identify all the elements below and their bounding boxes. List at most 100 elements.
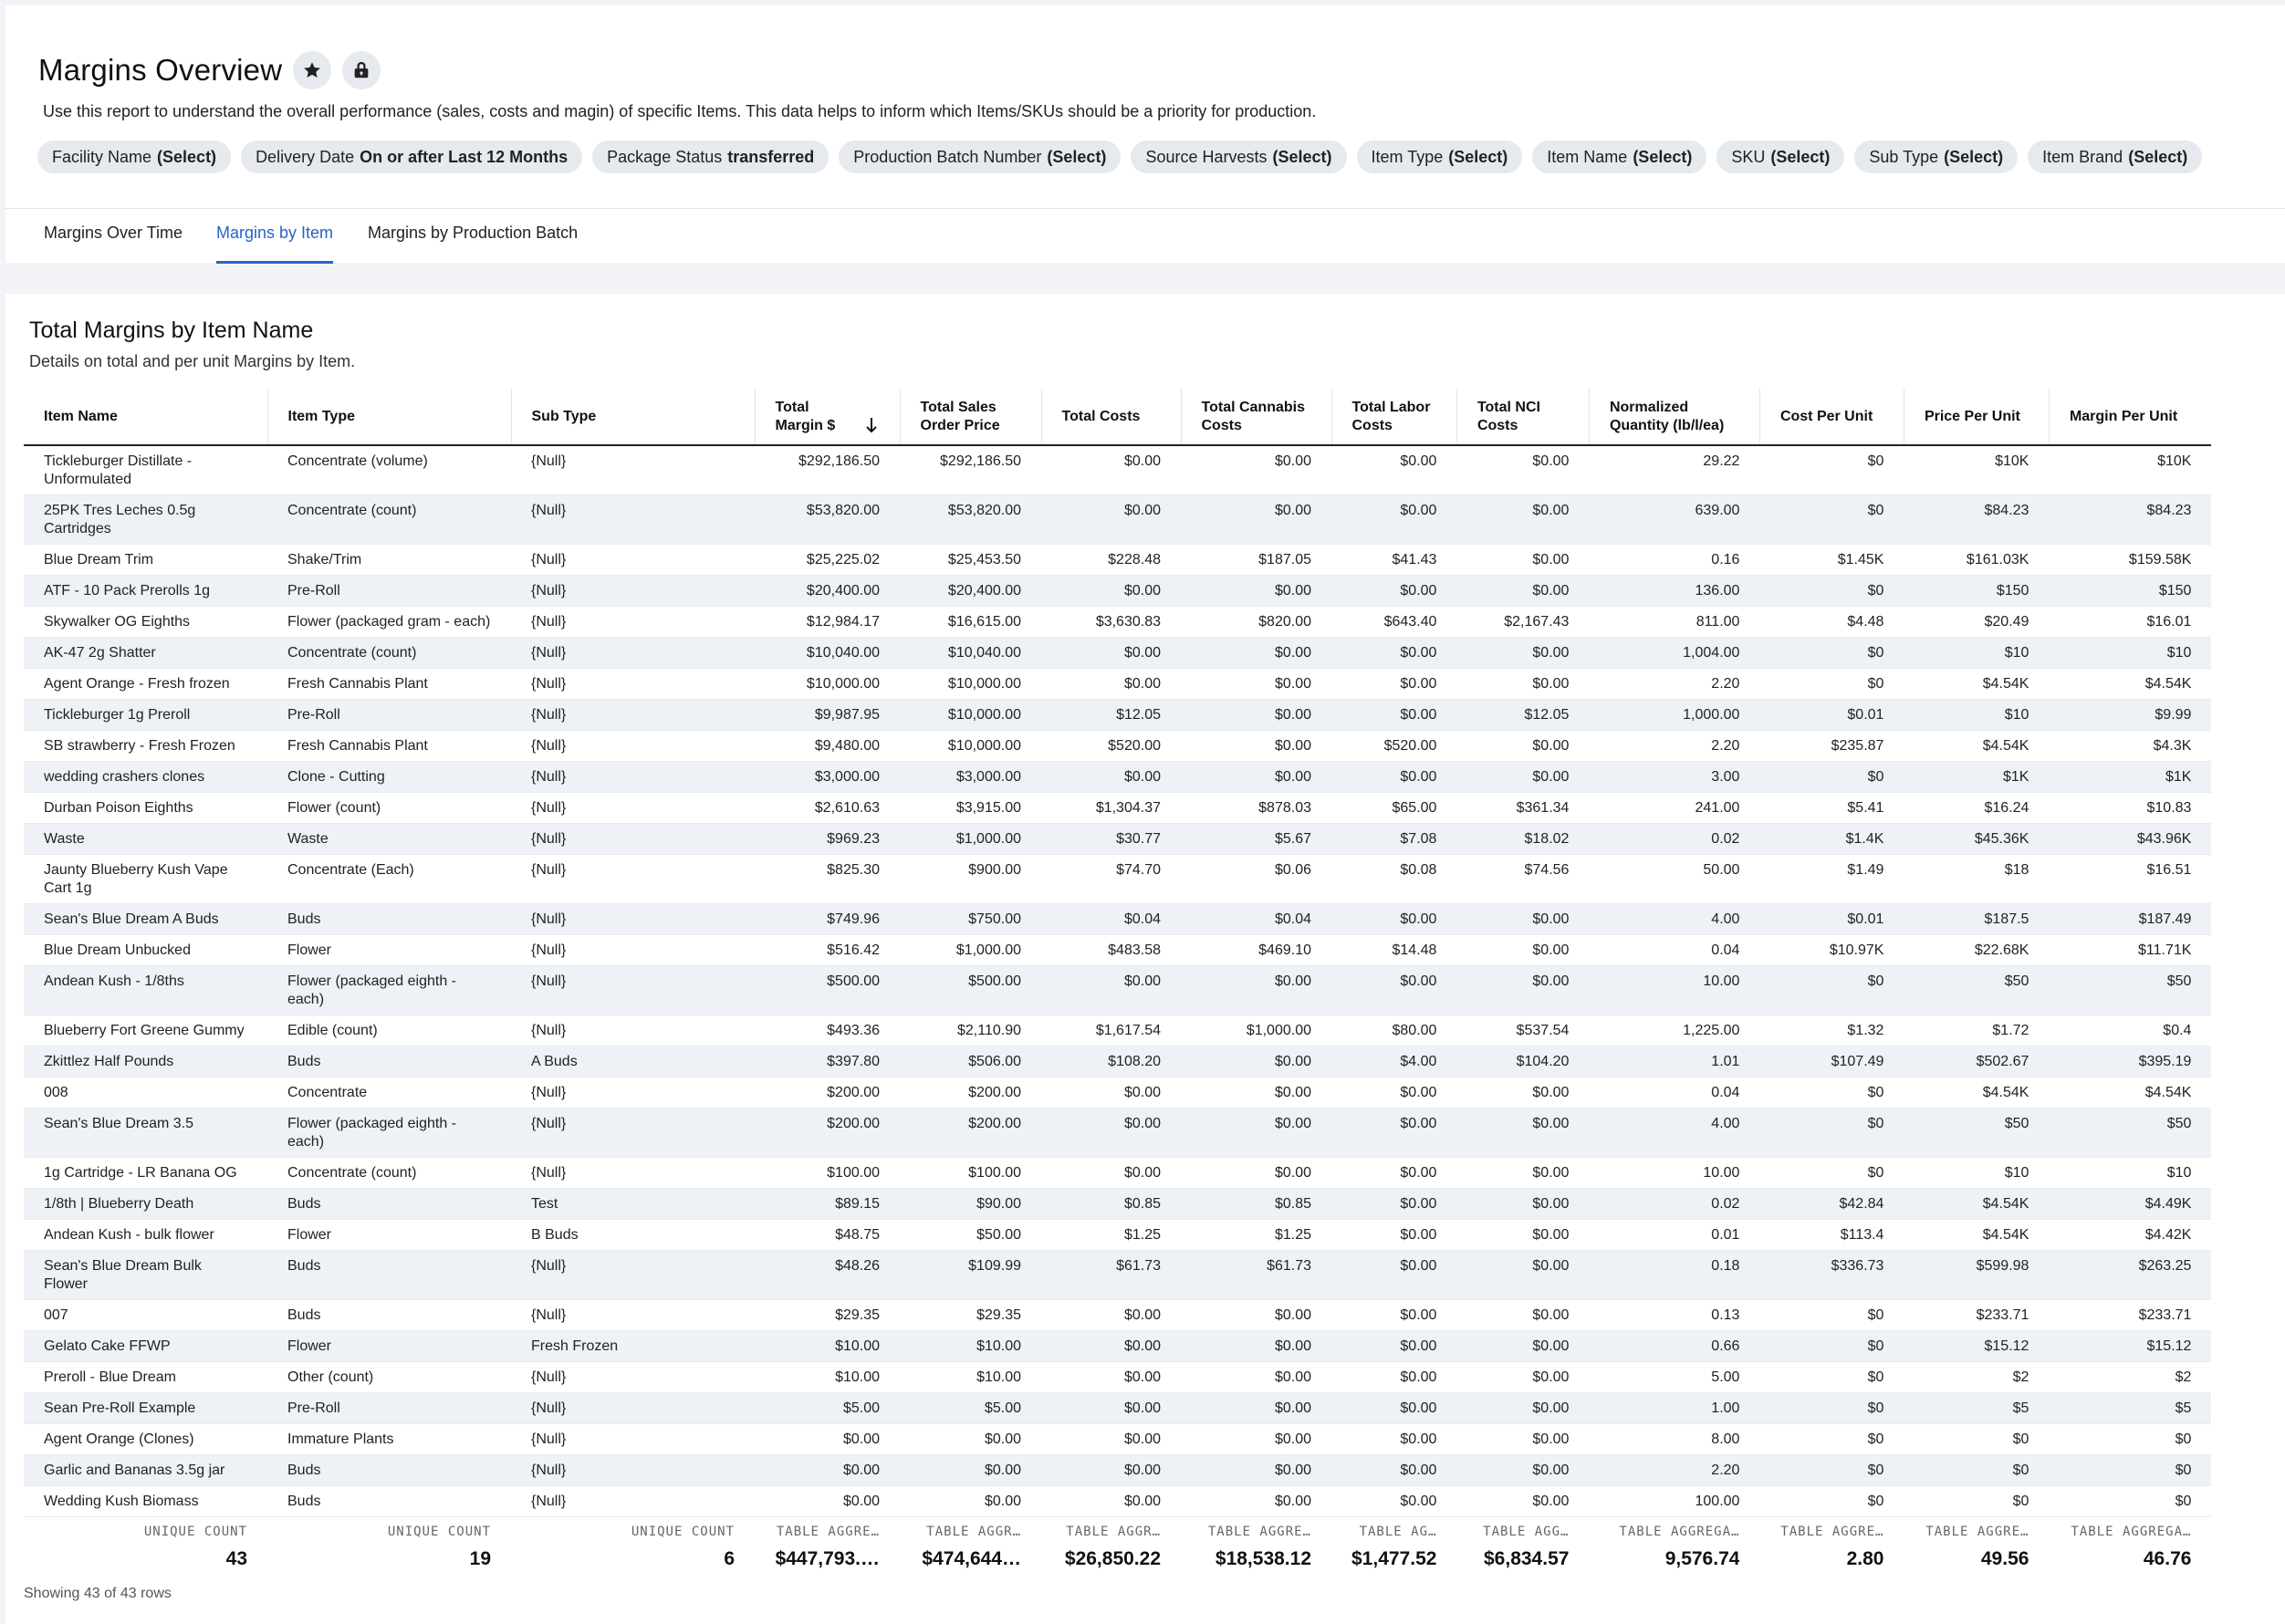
table-cell: $4.54K (1904, 1077, 2050, 1109)
table-cell: Blueberry Fort Greene Gummy (24, 1015, 267, 1046)
table-row[interactable]: Blue Dream Trim Shake/Trim {Null} $25,225.0… (24, 544, 2212, 576)
lock-button[interactable] (342, 51, 381, 89)
filter-chip[interactable]: Source Harvests (Select) (1131, 141, 1347, 173)
table-row[interactable]: 008 Concentrate {Null} $200.00 $200.00 $0.00 $… (24, 1077, 2212, 1109)
table-cell: $0.00 (1041, 668, 1181, 700)
table-cell: B Buds (511, 1219, 755, 1251)
table-row[interactable]: Sean Pre-Roll Example Pre-Roll {Null} $5.00… (24, 1392, 2212, 1424)
column-header[interactable]: Total Sales Order Price (900, 389, 1042, 446)
column-header[interactable]: Total Costs (1041, 389, 1182, 446)
filter-chip[interactable]: Facility Name (Select) (37, 141, 232, 173)
table-cell: 0.16 (1589, 544, 1760, 576)
table-row[interactable]: Sean's Blue Dream 3.5 Flower (packaged ei… (24, 1108, 2212, 1158)
table-row[interactable]: 1g Cartridge - LR Banana OG Concentrate (… (24, 1157, 2212, 1189)
table-cell: $20.49 (1904, 606, 2050, 638)
column-header[interactable]: Cost Per Unit (1759, 389, 1904, 446)
column-header[interactable]: Normalized Quantity (lb/l/ea) (1589, 389, 1760, 446)
tab-margins-over-time[interactable]: Margins Over Time (44, 224, 183, 264)
table-cell: $3,630.83 (1041, 606, 1181, 638)
table-cell: $30.77 (1041, 823, 1181, 855)
aggregate-value: $18,538.12 (1215, 1548, 1311, 1569)
table-row[interactable]: 25PK Tres Leches 0.5g Cartridges Concentr… (24, 494, 2212, 545)
column-header[interactable]: Total Labor Costs (1331, 389, 1457, 446)
table-row[interactable]: Skywalker OG Eighths Flower (packaged gra… (24, 606, 2212, 638)
tab-margins-by-production-batch[interactable]: Margins by Production Batch (368, 224, 578, 264)
favorite-button[interactable] (293, 51, 332, 89)
table-row[interactable]: Sean's Blue Dream Bulk Flower Buds {Null} $… (24, 1250, 2212, 1300)
table-row[interactable]: Waste Waste {Null} $969.23 $1,000.00 $30.77 $5… (24, 823, 2212, 855)
table-row[interactable]: SB strawberry - Fresh Frozen Fresh Cannab… (24, 730, 2212, 762)
table-row[interactable]: ATF - 10 Pack Prerolls 1g Pre-Roll {Null} $… (24, 575, 2212, 607)
table-row[interactable]: Tickleburger Distillate - Unformulated Co… (24, 445, 2212, 495)
table-cell: $1.49 (1759, 854, 1904, 904)
table-row[interactable]: Durban Poison Eighths Flower (count) {Null… (24, 792, 2212, 824)
table-row[interactable]: Agent Orange (Clones) Immature Plants {Nul… (24, 1423, 2212, 1455)
column-header[interactable]: Margin Per Unit (2049, 389, 2212, 446)
table-cell: 10.00 (1589, 1157, 1760, 1189)
column-header[interactable]: Total Cannabis Costs (1181, 389, 1332, 446)
aggregate-label: TABLE AGG… (1483, 1525, 1570, 1539)
table-cell: $0.00 (1041, 1077, 1181, 1109)
column-header[interactable]: Total Margin $ (755, 389, 901, 446)
aggregate-cell: TABLE AGG… $6,834.57 (1456, 1516, 1590, 1588)
table-cell: $1K (1904, 761, 2050, 793)
filter-value: (Select) (1448, 147, 1508, 166)
table-cell: 0.66 (1589, 1330, 1760, 1362)
column-header[interactable]: Price Per Unit (1904, 389, 2050, 446)
filter-chip[interactable]: Item Name (Select) (1532, 141, 1707, 173)
aggregate-cell: UNIQUE COUNT 43 (24, 1516, 267, 1588)
table-row[interactable]: Preroll - Blue Dream Other (count) {Null} $… (24, 1361, 2212, 1393)
table-row[interactable]: Agent Orange - Fresh frozen Fresh Cannabi… (24, 668, 2212, 700)
table-cell: $1.25 (1181, 1219, 1331, 1251)
table-row[interactable]: Zkittlez Half Pounds Buds A Buds $397.80 $50… (24, 1046, 2212, 1077)
column-header-label: Total Costs (1061, 408, 1141, 424)
column-header[interactable]: Item Type (267, 389, 512, 446)
filter-chip[interactable]: Sub Type (Select) (1854, 141, 2019, 173)
table-row[interactable]: 007 Buds {Null} $29.35 $29.35 $0.00 $0.00 $0.00… (24, 1299, 2212, 1331)
sort-descending-icon[interactable] (865, 417, 878, 433)
table-row[interactable]: 1/8th | Blueberry Death Buds Test $89.15 $90… (24, 1188, 2212, 1220)
filter-chip[interactable]: SKU (Select) (1716, 141, 1845, 173)
table-cell: Pre-Roll (267, 699, 511, 731)
aggregate-cell: TABLE AGGRE… 2.80 (1759, 1516, 1904, 1588)
table-cell: $10 (2049, 1157, 2212, 1189)
table-cell: $42.84 (1759, 1188, 1904, 1220)
table-row[interactable]: AK-47 2g Shatter Concentrate (count) {Null… (24, 637, 2212, 669)
filter-chip[interactable]: Package Status transferred (592, 141, 829, 173)
table-cell: $48.75 (755, 1219, 900, 1251)
table-row[interactable]: Gelato Cake FFWP Flower Fresh Frozen $10.00… (24, 1330, 2212, 1362)
table-cell: $14.48 (1331, 934, 1457, 966)
table-cell: Buds (267, 903, 511, 935)
table-cell: $520.00 (1041, 730, 1181, 762)
table-row[interactable]: Sean's Blue Dream A Buds Buds {Null} $749.9… (24, 903, 2212, 935)
tab-margins-by-item[interactable]: Margins by Item (216, 224, 334, 264)
table-cell: Flower (267, 1219, 511, 1251)
table-row[interactable]: Blueberry Fort Greene Gummy Edible (count… (24, 1015, 2212, 1046)
table-cell: Zkittlez Half Pounds (24, 1046, 267, 1077)
table-row[interactable]: Tickleburger 1g Preroll Pre-Roll {Null} $9,… (24, 699, 2212, 731)
table-cell: $0.00 (1331, 1330, 1457, 1362)
aggregate-cell: TABLE AGGRE… 49.56 (1904, 1516, 2050, 1588)
filter-chip[interactable]: Item Type (Select) (1356, 141, 1523, 173)
table-cell: $0.00 (1331, 1108, 1457, 1158)
column-header[interactable]: Total NCI Costs (1456, 389, 1590, 446)
table-row[interactable]: Jaunty Blueberry Kush Vape Cart 1g Concen… (24, 854, 2212, 904)
filter-chip[interactable]: Item Brand (Select) (2028, 141, 2203, 173)
filter-chip[interactable]: Delivery Date On or after Last 12 Months (241, 141, 583, 173)
table-row[interactable]: Andean Kush - bulk flower Flower B Buds $48… (24, 1219, 2212, 1251)
filter-label: Production Batch Number (853, 147, 1042, 166)
table-row[interactable]: Wedding Kush Biomass Buds {Null} $0.00 $0.00… (24, 1485, 2212, 1517)
table-cell: $0.00 (1331, 494, 1457, 545)
table-cell: $16.51 (2049, 854, 2212, 904)
table-cell: $10,000.00 (900, 730, 1041, 762)
table-row[interactable]: Andean Kush - 1/8ths Flower (packaged eig… (24, 965, 2212, 1015)
table-row[interactable]: Blue Dream Unbucked Flower {Null} $516.42 $1… (24, 934, 2212, 966)
table-cell: {Null} (511, 1361, 755, 1393)
column-header[interactable]: Item Name (24, 389, 268, 446)
table-cell: Preroll - Blue Dream (24, 1361, 267, 1393)
table-cell: $2 (2049, 1361, 2212, 1393)
column-header[interactable]: Sub Type (511, 389, 756, 446)
table-row[interactable]: wedding crashers clones Clone - Cutting {N… (24, 761, 2212, 793)
filter-chip[interactable]: Production Batch Number (Select) (839, 141, 1122, 173)
table-row[interactable]: Garlic and Bananas 3.5g jar Buds {Null} $0.… (24, 1454, 2212, 1486)
